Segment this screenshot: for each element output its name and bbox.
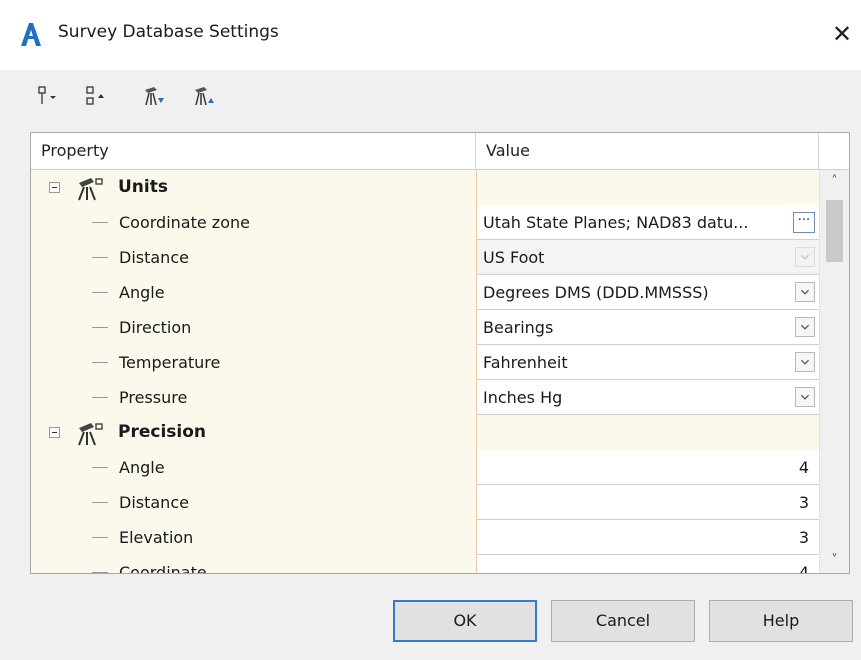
collapse-icon[interactable] [49, 182, 60, 193]
tree-line [92, 222, 108, 223]
property-label: Temperature [119, 353, 221, 372]
grid-header: Property Value [31, 133, 849, 170]
chevron-down-icon[interactable] [795, 352, 815, 372]
property-label: Angle [119, 458, 165, 477]
category-label: Precision [118, 422, 207, 442]
value-cell[interactable]: 3 [476, 520, 819, 555]
property-label: Elevation [119, 528, 194, 547]
property-cell: Pressure [31, 380, 476, 415]
property-cell: Units [31, 170, 476, 205]
property-label: Direction [119, 318, 192, 337]
property-cell: Elevation [31, 520, 476, 555]
vertical-scrollbar[interactable]: ˄ ˅ [819, 170, 849, 573]
value-cell: US Foot [476, 240, 819, 275]
property-cell: Angle [31, 275, 476, 310]
property-row[interactable]: Pressure Inches Hg [31, 380, 819, 415]
tree-line [92, 292, 108, 293]
value-cell[interactable]: Utah State Planes; NAD83 datu... ··· [476, 205, 819, 240]
close-icon[interactable]: ✕ [832, 20, 852, 48]
value-cell[interactable]: 4 [476, 555, 819, 573]
property-label: Distance [119, 248, 189, 267]
survey-instrument-icon [78, 423, 103, 446]
tree-line [92, 502, 108, 503]
property-cell: Direction [31, 310, 476, 345]
value-cell[interactable]: 4 [476, 450, 819, 485]
property-row[interactable]: Temperature Fahrenheit [31, 345, 819, 380]
cancel-button[interactable]: Cancel [551, 600, 695, 642]
pressure-unit-value[interactable]: Inches Hg [483, 380, 562, 415]
distance-precision-value[interactable]: 3 [799, 485, 809, 520]
property-row[interactable]: Elevation 3 [31, 520, 819, 555]
tree-line [92, 327, 108, 328]
value-cell[interactable]: Inches Hg [476, 380, 819, 415]
property-column-header[interactable]: Property [31, 133, 476, 169]
close-button[interactable]: ✕ [826, 16, 858, 52]
elevation-precision-value[interactable]: 3 [799, 520, 809, 555]
ellipsis-button[interactable]: ··· [793, 212, 815, 233]
tree-line [92, 572, 108, 573]
category-label: Units [118, 177, 168, 197]
chevron-down-icon[interactable] [795, 282, 815, 302]
category-row-units[interactable]: Units [31, 170, 819, 205]
collapse-all-icon[interactable] [84, 84, 108, 108]
property-grid: Property Value Units Coordinate zone Uta… [30, 132, 850, 574]
tree-line [92, 257, 108, 258]
tree-line [92, 467, 108, 468]
property-label: Coordinate [119, 563, 207, 574]
value-cell[interactable]: Fahrenheit [476, 345, 819, 380]
property-cell: Temperature [31, 345, 476, 380]
property-row[interactable]: Distance 3 [31, 485, 819, 520]
expand-all-icon[interactable] [36, 84, 60, 108]
collapse-icon[interactable] [49, 427, 60, 438]
help-button[interactable]: Help [709, 600, 853, 642]
tree-line [92, 362, 108, 363]
category-row-precision[interactable]: Precision [31, 415, 819, 450]
property-row[interactable]: Distance US Foot [31, 240, 819, 275]
survey-database-settings-dialog: Survey Database Settings ✕ Property Valu… [0, 0, 861, 660]
import-settings-icon[interactable] [142, 84, 166, 108]
property-row[interactable]: Angle 4 [31, 450, 819, 485]
property-row[interactable]: Coordinate zone Utah State Planes; NAD83… [31, 205, 819, 240]
angle-precision-value[interactable]: 4 [799, 450, 809, 485]
property-row[interactable]: Angle Degrees DMS (DDD.MMSSS) [31, 275, 819, 310]
scroll-up-icon[interactable]: ˄ [820, 170, 849, 194]
chevron-down-icon[interactable] [795, 317, 815, 337]
export-settings-icon[interactable] [192, 84, 216, 108]
ok-button[interactable]: OK [393, 600, 537, 642]
chevron-down-icon [795, 247, 815, 267]
distance-unit-value: US Foot [483, 248, 545, 267]
property-cell: Coordinate zone [31, 205, 476, 240]
property-label: Pressure [119, 388, 188, 407]
window-title: Survey Database Settings [58, 22, 279, 42]
property-label: Distance [119, 493, 189, 512]
survey-instrument-icon [78, 178, 103, 201]
property-cell: Coordinate [31, 555, 476, 574]
tree-line [92, 397, 108, 398]
value-cell [476, 415, 819, 450]
scroll-thumb[interactable] [826, 200, 843, 262]
coordinate-precision-value[interactable]: 4 [799, 555, 809, 573]
property-row[interactable]: Direction Bearings [31, 310, 819, 345]
value-column-header[interactable]: Value [476, 133, 819, 169]
coordinate-zone-value[interactable]: Utah State Planes; NAD83 datu... [483, 205, 748, 240]
chevron-down-icon[interactable] [795, 387, 815, 407]
property-label: Angle [119, 283, 165, 302]
property-cell: Distance [31, 485, 476, 520]
value-cell[interactable]: Bearings [476, 310, 819, 345]
tree-line [92, 537, 108, 538]
title-bar: Survey Database Settings ✕ [0, 0, 861, 70]
property-cell: Precision [31, 415, 476, 450]
temperature-unit-value[interactable]: Fahrenheit [483, 345, 568, 380]
direction-unit-value[interactable]: Bearings [483, 310, 553, 345]
value-cell[interactable]: Degrees DMS (DDD.MMSSS) [476, 275, 819, 310]
value-cell[interactable]: 3 [476, 485, 819, 520]
property-row[interactable]: Coordinate 4 [31, 555, 819, 574]
scroll-down-icon[interactable]: ˅ [820, 549, 849, 573]
autocad-a-icon [21, 23, 41, 46]
value-cell [476, 170, 819, 205]
angle-unit-value[interactable]: Degrees DMS (DDD.MMSSS) [483, 275, 709, 310]
property-cell: Distance [31, 240, 476, 275]
property-label: Coordinate zone [119, 213, 250, 232]
property-cell: Angle [31, 450, 476, 485]
